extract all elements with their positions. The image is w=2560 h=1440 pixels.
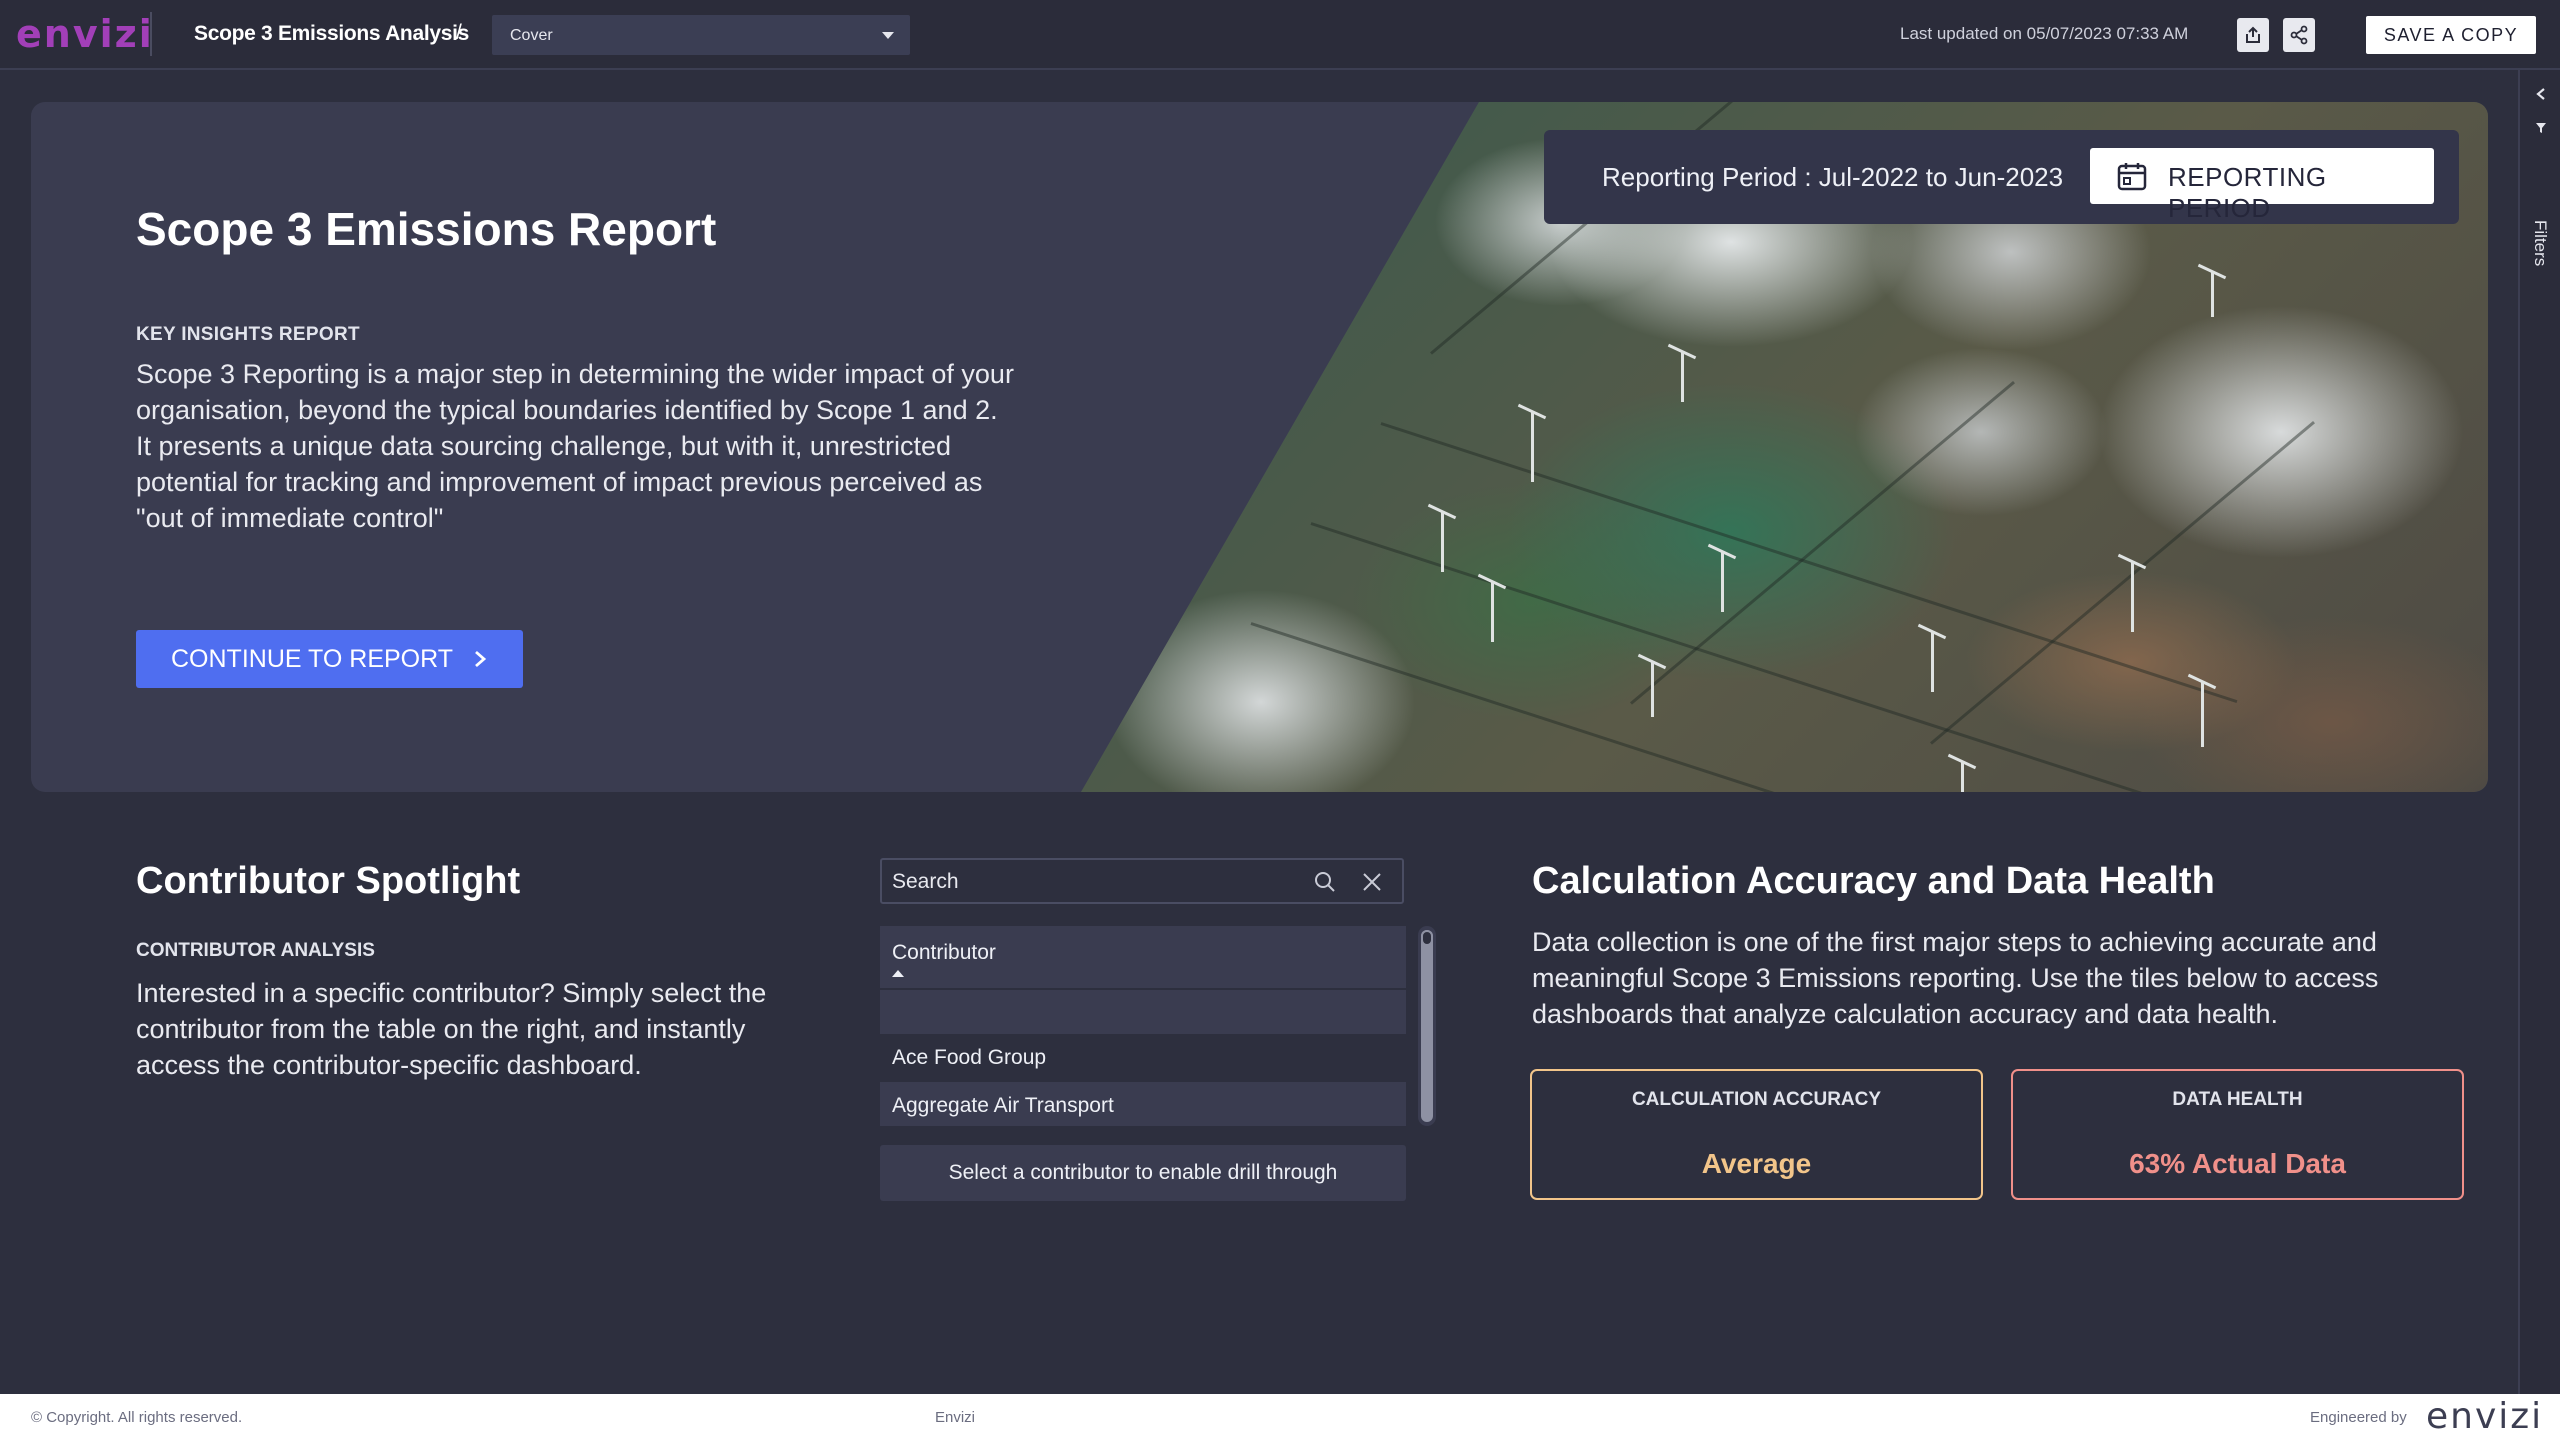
footer-brand: Envizi	[935, 1409, 976, 1426]
table-row[interactable]: Ace Food Group	[880, 1034, 1406, 1078]
share-button[interactable]	[2283, 18, 2315, 52]
reporting-period-button[interactable]: REPORTING PERIOD	[2090, 148, 2434, 223]
drill-through-button[interactable]: Select a contributor to enable drill thr…	[880, 1145, 1406, 1201]
search-field[interactable]	[880, 858, 1404, 904]
search-input[interactable]	[892, 868, 1292, 896]
reporting-period-panel: Reporting Period : Jul-2022 to Jun-2023 …	[1544, 130, 2459, 224]
divider	[150, 12, 152, 56]
clear-icon[interactable]	[1361, 871, 1383, 893]
table-scroll-thumb[interactable]	[1421, 930, 1433, 1122]
footer: © Copyright. All rights reserved. Envizi…	[0, 1394, 2560, 1440]
save-copy-button[interactable]: SAVE A COPY	[2366, 16, 2536, 54]
export-button[interactable]	[2237, 18, 2269, 52]
report-name[interactable]: Scope 3 Emissions Analysis	[194, 22, 469, 46]
footer-logo: envizi	[2426, 1396, 2544, 1437]
breadcrumb-separator: /	[456, 21, 462, 44]
contributor-title: Contributor Spotlight	[136, 860, 521, 902]
calculation-accuracy-tile[interactable]: CALCULATION ACCURACY Average	[1530, 1069, 1983, 1200]
last-updated-text: Last updated on 05/07/2023 07:33 AM	[1900, 24, 2189, 43]
dropdown-caret-icon	[882, 32, 894, 39]
table-header-contributor[interactable]: Contributor	[880, 926, 1406, 988]
top-bar: envizi Scope 3 Emissions Analysis / Cove…	[0, 0, 2560, 70]
table-row[interactable]: Aggregate Air Transport	[880, 1082, 1406, 1126]
footer-copyright: © Copyright. All rights reserved.	[31, 1409, 243, 1426]
calendar-icon	[2117, 163, 2147, 191]
data-health-tile[interactable]: DATA HEALTH 63% Actual Data	[2011, 1069, 2464, 1200]
hero-banner: Scope 3 Emissions Report KEY INSIGHTS RE…	[31, 102, 2488, 792]
hero-title: Scope 3 Emissions Report	[136, 203, 717, 255]
contributor-eyebrow: CONTRIBUTOR ANALYSIS	[136, 940, 375, 961]
footer-engineered-by: Engineered by	[2310, 1409, 2407, 1426]
accuracy-title: Calculation Accuracy and Data Health	[1532, 860, 2215, 902]
filters-pane[interactable]: Filters	[2518, 70, 2560, 1394]
hero-description: Scope 3 Reporting is a major step in det…	[136, 359, 1014, 533]
tile-value: 63% Actual Data	[2129, 1148, 2346, 1179]
reporting-period-text: Reporting Period : Jul-2022 to Jun-2023	[1602, 162, 2064, 192]
contributor-description: Interested in a specific contributor? Si…	[136, 978, 767, 1080]
page-select[interactable]: Cover	[492, 15, 910, 55]
collapse-chevron-icon[interactable]	[2533, 86, 2549, 102]
hero-eyebrow: KEY INSIGHTS REPORT	[136, 324, 360, 345]
filter-funnel-icon	[2536, 123, 2546, 133]
contributor-table: Contributor Ace Food Group Aggregate Air…	[880, 926, 1406, 1126]
continue-to-report-button[interactable]: CONTINUE TO REPORT	[136, 630, 523, 688]
continue-label: CONTINUE TO REPORT	[171, 644, 453, 673]
chevron-right-icon	[475, 650, 487, 668]
sort-ascending-icon	[892, 970, 904, 977]
table-header-label: Contributor	[892, 941, 996, 964]
reporting-period-button-label: REPORTING PERIOD	[2168, 162, 2327, 223]
envizi-logo[interactable]: envizi	[16, 12, 154, 56]
table-scroll-handle[interactable]	[1421, 930, 1433, 946]
filters-label: Filters	[2531, 220, 2550, 267]
page-select-value: Cover	[510, 27, 553, 44]
share-network-icon	[2290, 25, 2308, 45]
share-export-icon	[2246, 26, 2260, 43]
table-row[interactable]	[880, 990, 1406, 1034]
tile-label: CALCULATION ACCURACY	[1631, 1089, 1882, 1110]
tile-value: Average	[1701, 1148, 1812, 1179]
search-icon[interactable]	[1314, 871, 1336, 893]
tile-label: DATA HEALTH	[2172, 1089, 2303, 1110]
accuracy-description: Data collection is one of the first majo…	[1532, 927, 2379, 1029]
